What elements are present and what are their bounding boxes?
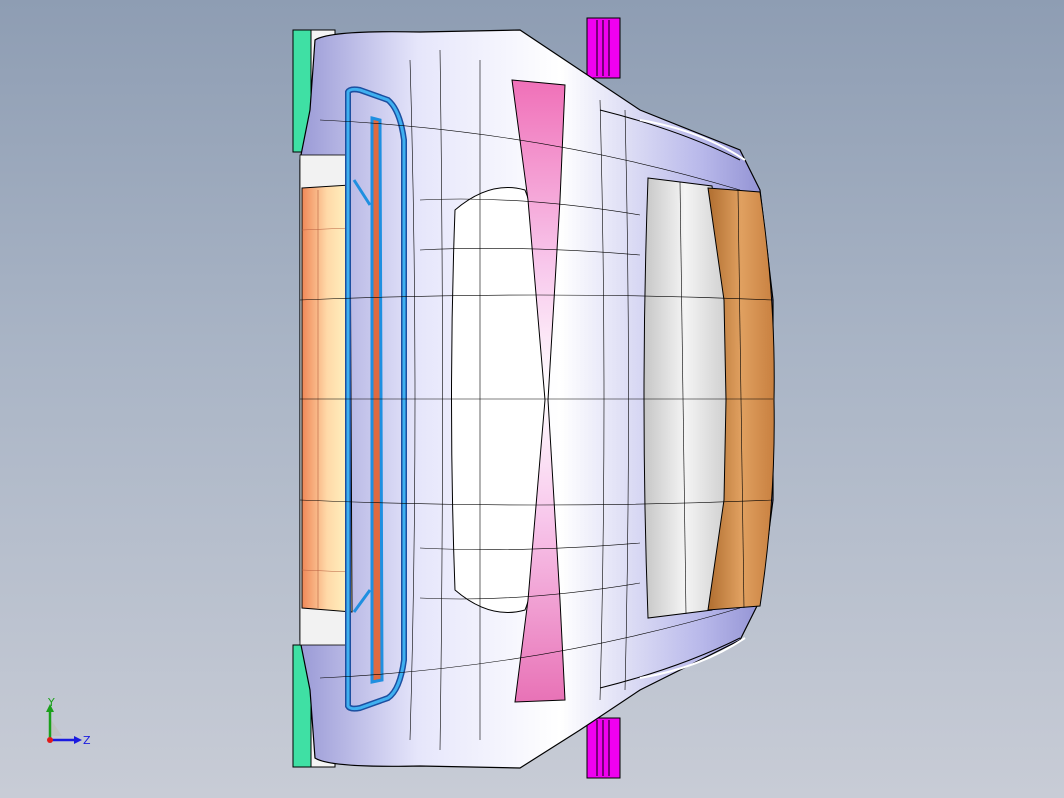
wheel-marker-bottom <box>586 717 621 779</box>
y-axis-label: Y <box>47 696 55 709</box>
wheel-marker-top <box>586 17 621 79</box>
axis-triad: Y Z <box>46 696 91 747</box>
headlamp <box>301 184 353 613</box>
x-axis-dot <box>47 737 53 743</box>
cad-3d-viewport[interactable]: Y Z <box>0 0 1064 798</box>
hood-recess <box>451 187 546 613</box>
z-axis-label: Z <box>83 734 91 747</box>
